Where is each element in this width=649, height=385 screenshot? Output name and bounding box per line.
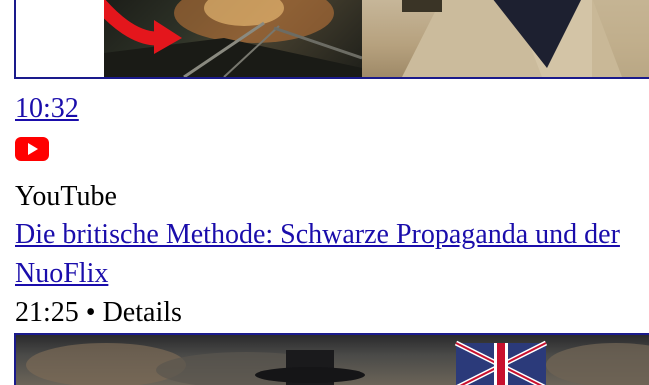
thumbnail-image-explosion <box>104 0 362 77</box>
video-meta-details: 21:25 • Details <box>15 297 182 328</box>
video-duration-link[interactable]: 10:32 <box>15 92 79 126</box>
person-artwork <box>402 0 649 77</box>
video-title-link[interactable]: Die britische Methode: Schwarze Propagan… <box>15 218 620 252</box>
video-thumbnail-bottom[interactable] <box>14 333 649 385</box>
explosion-artwork <box>104 0 362 77</box>
video-channel-link[interactable]: NuoFlix <box>15 257 108 291</box>
thumbnail-image-person <box>362 0 649 77</box>
youtube-icon <box>15 137 49 161</box>
video-source-label: YouTube <box>15 181 117 212</box>
thumbnail-left-panel <box>16 0 104 77</box>
video-thumbnail-top[interactable] <box>14 0 649 79</box>
